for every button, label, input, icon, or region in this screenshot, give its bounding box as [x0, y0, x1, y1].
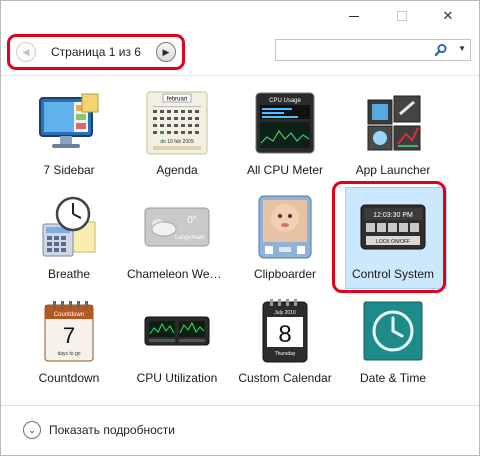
- gadget-tile[interactable]: 0° Langemark Chameleon Weather: [125, 185, 229, 289]
- gadget-tile-selected[interactable]: 12:03:30 PM LOCK ON/OFF Control System: [341, 185, 447, 289]
- gadget-tile[interactable]: februari do 19 feb 2009 Agenda: [125, 81, 229, 185]
- sidebar-gadget-icon: [35, 89, 103, 157]
- gadget-tile[interactable]: CPU Utilization: [125, 289, 229, 393]
- calendar-day-text: 8: [278, 321, 291, 348]
- calendar-month-text: July 2010: [274, 310, 296, 316]
- search-icon[interactable]: [434, 43, 448, 57]
- minimize-icon: [349, 15, 359, 17]
- search-box: ▼: [275, 39, 471, 61]
- gadget-label: Countdown: [38, 371, 100, 385]
- chevron-down-icon: ⌄: [23, 421, 41, 439]
- gadget-label: Date & Time: [359, 371, 427, 385]
- gadget-tile[interactable]: 7 Sidebar: [17, 81, 121, 185]
- control-time-text: 12:03:30 PM: [373, 212, 413, 219]
- weather-city-text: Langemark: [175, 235, 206, 241]
- gadget-tile[interactable]: Countdown 7 days to go Countdown: [17, 289, 121, 393]
- control-system-gadget-icon: 12:03:30 PM LOCK ON/OFF: [359, 193, 427, 261]
- agenda-month-text: februari: [167, 97, 187, 103]
- app-launcher-gadget-icon: [359, 89, 427, 157]
- gadget-tile[interactable]: Clipboarder: [233, 185, 337, 289]
- gadget-label: Breathe: [47, 267, 91, 281]
- maximize-icon: [397, 11, 407, 21]
- minimize-button[interactable]: [331, 1, 377, 31]
- gadget-gallery-window: ✕ ◀ Страница 1 из 6 ▶ ▼ 7 Sidebar februa…: [0, 0, 480, 456]
- page-indicator: Страница 1 из 6: [51, 45, 141, 59]
- gadget-label: Control System: [351, 267, 435, 281]
- gadget-tile[interactable]: Breathe: [17, 185, 121, 289]
- gadget-label: App Launcher: [355, 163, 431, 177]
- countdown-footer-text: days to go: [57, 351, 80, 357]
- page-navigator: ◀ Страница 1 из 6 ▶: [7, 34, 185, 70]
- divider: [1, 75, 479, 76]
- cpu-meter-gadget-icon: CPU Usage: [251, 89, 319, 157]
- divider: [1, 405, 479, 406]
- gadget-tile[interactable]: July 2010 8 Thursday Custom Calendar: [233, 289, 337, 393]
- custom-calendar-gadget-icon: July 2010 8 Thursday: [251, 297, 319, 365]
- gadget-tile[interactable]: Date & Time: [341, 289, 445, 393]
- date-time-gadget-icon: [359, 297, 427, 365]
- cpu-title-text: CPU Usage: [269, 98, 301, 104]
- gadget-grid: 7 Sidebar februari do 19 feb 2009 Agenda…: [17, 81, 457, 393]
- gadget-label: Clipboarder: [253, 267, 317, 281]
- close-button[interactable]: ✕: [425, 1, 471, 31]
- gadget-label: Chameleon Weather: [127, 267, 227, 281]
- gadget-label: Agenda: [156, 163, 198, 177]
- maximize-button: [379, 1, 425, 31]
- show-details-toggle[interactable]: ⌄ Показать подробности: [23, 419, 175, 441]
- search-options-dropdown[interactable]: ▼: [458, 44, 466, 53]
- next-page-button[interactable]: ▶: [156, 42, 176, 62]
- chevron-left-icon: ◀: [22, 46, 30, 57]
- gadget-label: CPU Utilization: [136, 371, 218, 385]
- countdown-number-text: 7: [63, 323, 75, 348]
- close-icon: ✕: [442, 8, 454, 23]
- control-lock-text: LOCK ON/OFF: [376, 239, 410, 245]
- gadget-label: All CPU Meter: [246, 163, 323, 177]
- gadget-label: Custom Calendar: [238, 371, 332, 385]
- agenda-date-text: do 19 feb 2009: [160, 139, 194, 145]
- clipboarder-gadget-icon: [251, 193, 319, 261]
- gadget-tile[interactable]: CPU Usage All CPU Meter: [233, 81, 337, 185]
- search-input[interactable]: [278, 42, 428, 58]
- agenda-gadget-icon: februari do 19 feb 2009: [143, 89, 211, 157]
- countdown-gadget-icon: Countdown 7 days to go: [35, 297, 103, 365]
- previous-page-button[interactable]: ◀: [16, 42, 36, 62]
- countdown-title-text: Countdown: [54, 312, 84, 318]
- chevron-right-icon: ▶: [162, 46, 170, 57]
- breathe-gadget-icon: [35, 193, 103, 261]
- calendar-weekday-text: Thursday: [275, 351, 296, 357]
- gadget-tile[interactable]: App Launcher: [341, 81, 445, 185]
- cpu-utilization-gadget-icon: [143, 297, 211, 365]
- gadget-label: 7 Sidebar: [43, 163, 95, 177]
- show-details-label: Показать подробности: [49, 423, 175, 437]
- weather-gadget-icon: 0° Langemark: [143, 193, 211, 261]
- weather-temp-text: 0°: [187, 215, 197, 226]
